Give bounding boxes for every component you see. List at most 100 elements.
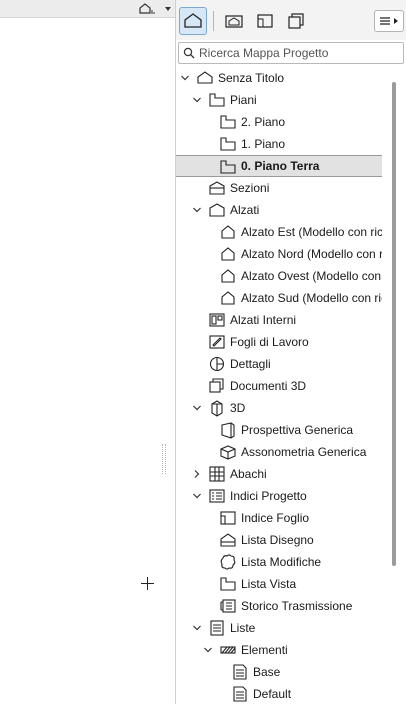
tree-item-assonometria-generica[interactable]: Assonometria Generica [176,441,382,463]
tree-item-label: Lista Modifiche [241,555,322,569]
navigator-toolbar [176,0,406,40]
chevron-down-icon[interactable] [192,623,202,633]
elevation-marker-icon [139,3,155,14]
transmittal-history-icon [219,597,237,615]
story-icon [219,135,237,153]
tree-item-label: Prospettiva Generica [241,423,354,437]
tree-item-documenti-3d[interactable]: Documenti 3D [176,375,382,397]
tree-item-label: 3D [230,401,246,415]
tree-item-label: Indice Foglio [241,511,310,525]
story-icon [219,158,237,176]
tree-item-alzato-ovest-modello-con-r[interactable]: Alzato Ovest (Modello con r [176,265,382,287]
3d-document-icon [208,377,226,395]
chevron-down-icon[interactable] [192,205,202,215]
tree-item-default[interactable]: Default [176,683,382,704]
stories-folder-icon [208,91,226,109]
tree-item-liste[interactable]: Liste [176,617,382,639]
tree-item-alzato-sud-modello-con-rico[interactable]: Alzato Sud (Modello con rico [176,287,382,309]
toolbar-separator [213,11,214,31]
tree-item-dettagli[interactable]: Dettagli [176,353,382,375]
tree-item-label: Sezioni [230,181,270,195]
worksheet-icon [208,333,226,351]
view-map-button[interactable] [220,7,248,35]
tree-item-1-piano[interactable]: 1. Piano [176,133,382,155]
tree-item-label: Alzato Nord (Modello con ri [241,247,382,261]
menu-icon [380,17,390,25]
elevation-icon [219,223,237,241]
tree-item-label: Indici Progetto [230,489,307,503]
project-map-button[interactable] [179,7,207,35]
search-box[interactable] [178,42,404,64]
elevation-folder-icon [208,201,226,219]
tree-item-indice-foglio[interactable]: Indice Foglio [176,507,382,529]
tree-item-lista-modifiche[interactable]: Lista Modifiche [176,551,382,573]
sheet-index-icon [219,509,237,527]
tree-item-label: Alzati Interni [230,313,297,327]
tree-item-label: Alzato Sud (Modello con rico [241,291,382,305]
crosshair-cursor-icon [141,577,155,591]
list-doc-icon [231,663,249,681]
tree-item-label: 2. Piano [241,115,286,129]
tree-item-label: Alzato Est (Modello con rico [241,225,382,239]
tree-item-alzato-nord-modello-con-ri[interactable]: Alzato Nord (Modello con ri [176,243,382,265]
tree-item-label: Dettagli [230,357,271,371]
tree-item-piani[interactable]: Piani [176,89,382,111]
tree-item-label: Elementi [241,643,288,657]
navigator-menu-button[interactable] [374,10,404,32]
tree-item-label: Senza Titolo [218,71,285,85]
tree-item-alzati[interactable]: Alzati [176,199,382,221]
chevron-right-icon[interactable] [192,469,202,479]
tree-item-label: Assonometria Generica [241,445,367,459]
chevron-down-icon[interactable] [192,491,202,501]
tree-item-fogli-di-lavoro[interactable]: Fogli di Lavoro [176,331,382,353]
elevation-icon [219,245,237,263]
tree-item-lista-disegno[interactable]: Lista Disegno [176,529,382,551]
drawing-list-icon [219,531,237,549]
chevron-down-icon[interactable] [192,403,202,413]
chevron-down-icon[interactable] [203,645,213,655]
tree-item-label: Lista Vista [241,577,297,591]
elevation-icon [219,267,237,285]
lists-icon [208,619,226,637]
dropdown-arrow-icon [165,7,171,11]
publisher-sets-button[interactable] [282,7,310,35]
tree-item-prospettiva-generica[interactable]: Prospettiva Generica [176,419,382,441]
layout-book-button[interactable] [251,7,279,35]
tree-item-3d[interactable]: 3D [176,397,382,419]
tree-item-lista-vista[interactable]: Lista Vista [176,573,382,595]
tree-item-label: Base [253,665,281,679]
tree-item-senza-titolo[interactable]: Senza Titolo [176,67,382,89]
chevron-down-icon[interactable] [180,73,190,83]
tree-item-alzati-interni[interactable]: Alzati Interni [176,309,382,331]
elements-icon [219,641,237,659]
tree-item-indici-progetto[interactable]: Indici Progetto [176,485,382,507]
publisher-sets-icon [288,13,304,29]
search-input[interactable] [199,46,389,60]
tree-item-label: Default [253,687,292,701]
drawing-canvas[interactable] [0,0,176,704]
tree-item-alzato-est-modello-con-rico[interactable]: Alzato Est (Modello con rico [176,221,382,243]
tree-item-label: Liste [230,621,256,635]
view-options-button[interactable] [128,1,172,17]
tree-item-label: Fogli di Lavoro [230,335,309,349]
tree-item-label: 0. Piano Terra [241,159,320,173]
tree-item-base[interactable]: Base [176,661,382,683]
tree-item-elementi[interactable]: Elementi [176,639,382,661]
tree-item-2-piano[interactable]: 2. Piano [176,111,382,133]
project-index-icon [208,487,226,505]
tree-item-sezioni[interactable]: Sezioni [176,177,382,199]
tree-item-0-piano-terra[interactable]: 0. Piano Terra [176,155,382,177]
tree-item-label: Documenti 3D [230,379,307,393]
tree-item-abachi[interactable]: Abachi [176,463,382,485]
chevron-down-icon[interactable] [192,95,202,105]
change-list-icon [219,553,237,571]
tree-item-label: 1. Piano [241,137,286,151]
tree-item-label: Lista Disegno [241,533,314,547]
tree-item-label: Alzati [230,203,260,217]
detail-icon [208,355,226,373]
elevation-icon [219,289,237,307]
splitter-grip[interactable] [162,444,166,474]
perspective-icon [219,421,237,439]
tree-item-storico-trasmissione[interactable]: Storico Trasmissione [176,595,382,617]
scrollbar-thumb[interactable] [392,82,396,566]
